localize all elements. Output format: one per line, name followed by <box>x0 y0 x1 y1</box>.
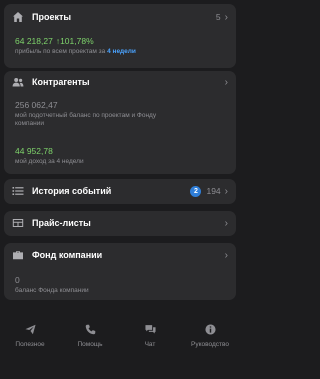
history-header[interactable]: История событий 2 194 › <box>12 181 228 201</box>
projects-profit: 64 218,27 <box>15 36 53 46</box>
fund-title: Фонд компании <box>32 250 103 260</box>
screen: Проекты 5 › 64 218,27 ↑101,78% прибыль по… <box>0 0 240 379</box>
tab-help[interactable]: Помощь <box>62 318 118 358</box>
tab-useful-label: Полезное <box>15 341 45 348</box>
contractors-income: 44 952,78 <box>15 146 53 156</box>
info-icon <box>204 324 216 335</box>
chevron-right-icon: › <box>224 11 228 23</box>
price-lists-header[interactable]: Прайс-листы › <box>12 213 228 233</box>
projects-caption: прибыль по всем проектам за <box>15 48 106 55</box>
projects-title: Проекты <box>32 12 72 22</box>
projects-period-link[interactable]: 4 недели <box>107 48 136 55</box>
tab-guide[interactable]: Руководство <box>182 318 238 358</box>
projects-profit-row: 64 218,27 ↑101,78% <box>15 36 94 46</box>
projects-header[interactable]: Проекты 5 › <box>12 7 228 27</box>
chat-icon <box>144 325 156 334</box>
projects-count: 5 <box>215 12 221 22</box>
phone-icon <box>85 324 95 335</box>
projects-caption-row: прибыль по всем проектам за 4 недели <box>15 48 136 56</box>
send-icon <box>24 324 36 335</box>
contractors-card[interactable]: Контрагенты › 256 062,47 мой подотчетный… <box>4 71 236 174</box>
table-icon <box>12 217 24 229</box>
contractors-header[interactable]: Контрагенты › <box>12 72 228 92</box>
fund-balance: 0 <box>15 275 20 285</box>
contractors-balance-caption: мой подотчетный баланс по проектам и Фон… <box>15 112 157 127</box>
price-lists-title: Прайс-листы <box>32 218 91 228</box>
briefcase-icon <box>12 249 24 261</box>
tab-guide-label: Руководство <box>191 341 229 348</box>
history-card[interactable]: История событий 2 194 › <box>4 179 236 204</box>
tab-chat[interactable]: Чат <box>122 318 178 358</box>
users-icon <box>12 76 24 88</box>
fund-header[interactable]: Фонд компании › <box>12 245 228 265</box>
history-badge: 2 <box>190 185 202 197</box>
tab-chat-label: Чат <box>144 341 156 348</box>
chevron-right-icon: › <box>224 249 228 261</box>
contractors-title: Контрагенты <box>32 77 90 87</box>
projects-card[interactable]: Проекты 5 › 64 218,27 ↑101,78% прибыль по… <box>4 4 236 68</box>
chevron-right-icon: › <box>224 76 228 88</box>
history-title: История событий <box>32 186 112 196</box>
tab-useful[interactable]: Полезное <box>2 318 58 358</box>
history-count: 194 <box>206 186 221 196</box>
fund-card[interactable]: Фонд компании › 0 баланс Фонда компании <box>4 243 236 300</box>
projects-growth: ↑101,78% <box>55 36 94 46</box>
tab-bar: Полезное Помощь Чат Руководство <box>0 318 240 358</box>
list-icon <box>12 185 24 197</box>
chevron-right-icon: › <box>224 217 228 229</box>
home-icon <box>12 11 24 23</box>
tab-help-label: Помощь <box>77 341 103 348</box>
contractors-balance: 256 062,47 <box>15 100 58 110</box>
fund-caption: баланс Фонда компании <box>15 287 89 294</box>
contractors-income-caption: мой доход за 4 недели <box>15 158 84 165</box>
price-lists-card[interactable]: Прайс-листы › <box>4 211 236 236</box>
chevron-right-icon: › <box>224 185 228 197</box>
